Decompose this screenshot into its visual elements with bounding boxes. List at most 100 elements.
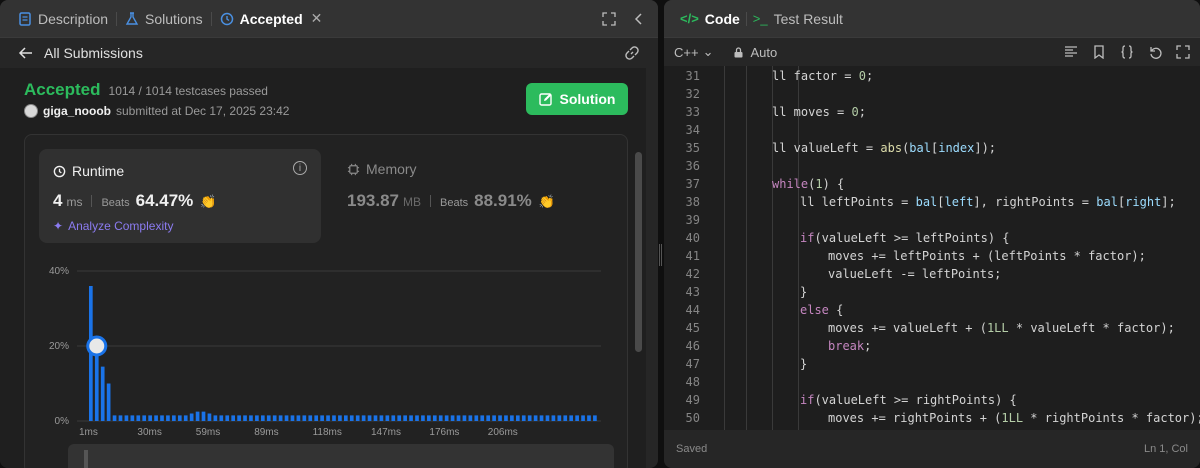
chart-bar[interactable] [160, 415, 164, 422]
code-line[interactable]: 35 ll valueLeft = abs(bal[index]); [664, 139, 1200, 157]
runtime-box[interactable]: Runtime i 4 ms Beats 64.47% 👏 ✦ Analyze … [39, 149, 321, 243]
username[interactable]: giga_nooob [43, 104, 111, 118]
code-line[interactable]: 46 break; [664, 337, 1200, 355]
chart-bar[interactable] [302, 415, 307, 422]
chart-bar[interactable] [338, 415, 342, 422]
chart-bar[interactable] [593, 415, 597, 422]
info-icon[interactable]: i [293, 161, 307, 175]
bookmark-icon[interactable] [1092, 45, 1106, 59]
chart-bar[interactable] [581, 415, 585, 422]
chart-bar[interactable] [379, 415, 384, 422]
chart-bar[interactable] [231, 415, 236, 422]
chart-bar[interactable] [557, 415, 562, 422]
chart-bar[interactable] [373, 415, 378, 422]
chart-bar[interactable] [385, 415, 390, 422]
code-line[interactable]: 49 if(valueLeft >= rightPoints) { [664, 391, 1200, 409]
chart-bar[interactable] [462, 415, 467, 422]
chart-bar[interactable] [421, 415, 425, 422]
code-line[interactable]: 37 while(1) { [664, 175, 1200, 193]
chart-bar[interactable] [432, 415, 437, 422]
chart-bar[interactable] [397, 415, 402, 422]
code-line[interactable]: 42 valueLeft -= leftPoints; [664, 265, 1200, 283]
auto-mode[interactable]: Auto [733, 45, 777, 60]
code-editor[interactable]: 31 ll factor = 0; 32 33 ll moves = 0; 34 35 ll … [664, 66, 1200, 430]
chart-bar[interactable] [189, 413, 194, 422]
chart-bar[interactable] [415, 415, 419, 422]
solution-button[interactable]: Solution [526, 83, 628, 115]
format-icon[interactable] [1064, 45, 1078, 59]
chart-bar[interactable] [278, 415, 283, 422]
chart-bar[interactable] [272, 415, 277, 422]
chart-bar[interactable] [545, 415, 550, 422]
chart-bar[interactable] [492, 415, 496, 422]
chart-bar[interactable] [94, 346, 99, 421]
chart-bar[interactable] [587, 415, 591, 422]
tab-code[interactable]: </> Code [674, 11, 746, 27]
chart-bar[interactable] [480, 415, 485, 422]
tab-test-result[interactable]: >_ Test Result [747, 11, 849, 27]
chart-bar[interactable] [551, 415, 556, 422]
chart-bar[interactable] [403, 415, 407, 422]
chart-bar[interactable] [515, 415, 520, 422]
chart-bar[interactable] [201, 411, 206, 422]
code-line[interactable]: 39 [664, 211, 1200, 229]
chart-bar[interactable] [468, 415, 473, 422]
chart-bar[interactable] [290, 415, 295, 422]
chart-bar[interactable] [367, 415, 372, 422]
chart-bar[interactable] [344, 415, 348, 422]
chart-bar[interactable] [266, 415, 271, 422]
code-line[interactable]: 41 moves += leftPoints + (leftPoints * fa… [664, 247, 1200, 265]
code-line[interactable]: 36 [664, 157, 1200, 175]
chart-bar[interactable] [521, 415, 526, 422]
chart-bar[interactable] [100, 366, 105, 422]
chart-bar[interactable] [320, 415, 324, 422]
chart-bar[interactable] [427, 415, 431, 422]
memory-title[interactable]: Memory [347, 161, 417, 177]
chart-bar[interactable] [527, 415, 532, 422]
chart-bar[interactable] [391, 415, 396, 422]
chart-bar[interactable] [349, 415, 354, 422]
code-preview[interactable] [68, 444, 614, 468]
chart-bar[interactable] [314, 415, 319, 422]
chart-bar[interactable] [355, 415, 360, 422]
code-line[interactable]: 45 moves += valueLeft + (1LL * valueLeft … [664, 319, 1200, 337]
chart-bar[interactable] [533, 415, 538, 422]
chart-bar[interactable] [177, 415, 182, 422]
chart-bar[interactable] [142, 415, 147, 422]
chart-bar[interactable] [456, 415, 461, 422]
chart-bar[interactable] [130, 415, 135, 422]
code-line[interactable]: 47} [664, 355, 1200, 373]
chart-bar[interactable] [361, 415, 366, 422]
panel-resize-handle[interactable] [659, 244, 662, 266]
chart-bar[interactable] [172, 415, 176, 422]
chart-bar[interactable] [332, 415, 336, 422]
chart-bar[interactable] [450, 415, 455, 422]
chart-bar[interactable] [124, 415, 129, 422]
chart-bar[interactable] [575, 415, 579, 422]
chart-bar[interactable] [154, 415, 158, 422]
code-line[interactable]: 38 ll leftPoints = bal[left], rightPoints… [664, 193, 1200, 211]
tab-accepted[interactable]: Accepted ✕ [212, 0, 331, 37]
expand-icon[interactable] [1176, 45, 1190, 59]
chart-bar[interactable] [569, 415, 574, 422]
tab-solutions[interactable]: Solutions [117, 0, 211, 37]
chart-bar[interactable] [260, 415, 265, 422]
undo-icon[interactable] [1148, 45, 1162, 59]
chart-bar[interactable] [183, 415, 188, 422]
braces-icon[interactable] [1120, 45, 1134, 59]
code-line[interactable]: 31 ll factor = 0; [664, 67, 1200, 85]
close-icon[interactable]: ✕ [311, 10, 323, 27]
chart-bar[interactable] [539, 415, 544, 422]
analyze-complexity-link[interactable]: ✦ Analyze Complexity [53, 219, 173, 233]
chart-bar[interactable] [409, 415, 413, 422]
chart-bar[interactable] [438, 415, 443, 422]
arrow-left-icon[interactable] [18, 45, 34, 61]
chart-bar[interactable] [486, 415, 491, 422]
chart-bar[interactable] [213, 415, 218, 422]
scrollbar[interactable] [635, 152, 642, 352]
chart-bar[interactable] [444, 415, 449, 422]
code-line[interactable]: 44 else { [664, 301, 1200, 319]
chart-bar[interactable] [148, 415, 152, 422]
user-position-marker[interactable] [86, 335, 108, 357]
code-line[interactable]: 34 [664, 121, 1200, 139]
